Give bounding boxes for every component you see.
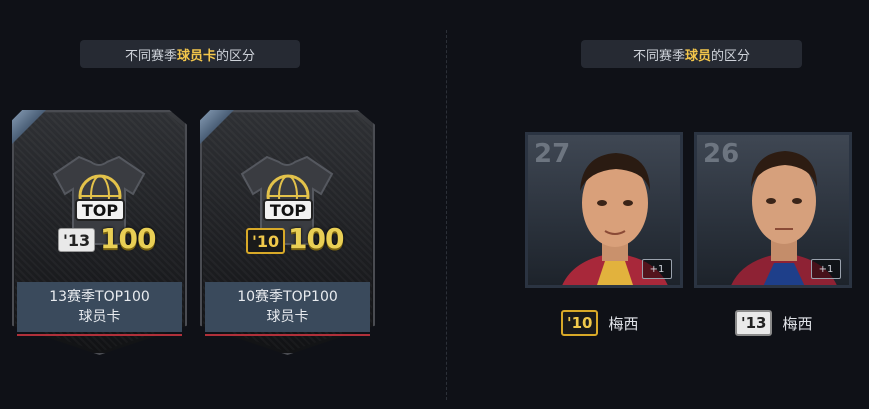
pack-card-13-top100[interactable]: TOP '13 100 13赛季TOP100 球员卡 [12,110,187,355]
pack-label-line2: 球员卡 [266,309,309,325]
title-highlight: 球员卡 [176,48,216,64]
pack-label-line2: 球员卡 [78,309,121,325]
player-name: 梅西 [782,314,813,333]
player-caption-2: '13 梅西 [735,310,812,336]
season-tag-13: '13 [58,228,96,252]
season-tag-10: '10 [246,228,286,254]
player-name: 梅西 [608,314,639,333]
season-tag-13: '13 [735,310,773,336]
season-tag-10: '10 [561,310,599,336]
player-card-messi-13[interactable]: 26 +1 [694,132,852,288]
top-text: TOP [82,201,119,220]
right-section-title: 不同赛季 球员 的区分 [581,40,802,68]
title-highlight: 球员 [684,48,711,64]
left-section-title: 不同赛季 球员卡 的区分 [80,40,300,68]
plus-one-badge: +1 [811,259,841,279]
big-100-text: 100 [288,222,344,255]
title-prefix: 不同赛季 [632,48,685,64]
plus-one-badge: +1 [642,259,672,279]
pack-label: 13赛季TOP100 球员卡 [17,282,182,336]
pack-label: 10赛季TOP100 球员卡 [205,282,370,336]
pack-card-10-top100[interactable]: TOP '10 100 10赛季TOP100 球员卡 [200,110,375,355]
player-caption-1: '10 梅西 [561,310,638,336]
player-card-messi-10[interactable]: 27 +1 [525,132,683,288]
title-prefix: 不同赛季 [124,48,177,64]
title-suffix: 的区分 [711,48,751,64]
pack-label-line1: 13赛季TOP100 [49,289,150,305]
section-divider [446,30,447,400]
pack-label-line1: 10赛季TOP100 [237,289,338,305]
top-text: TOP [270,201,307,220]
title-suffix: 的区分 [216,48,256,64]
big-100-text: 100 [100,222,156,255]
